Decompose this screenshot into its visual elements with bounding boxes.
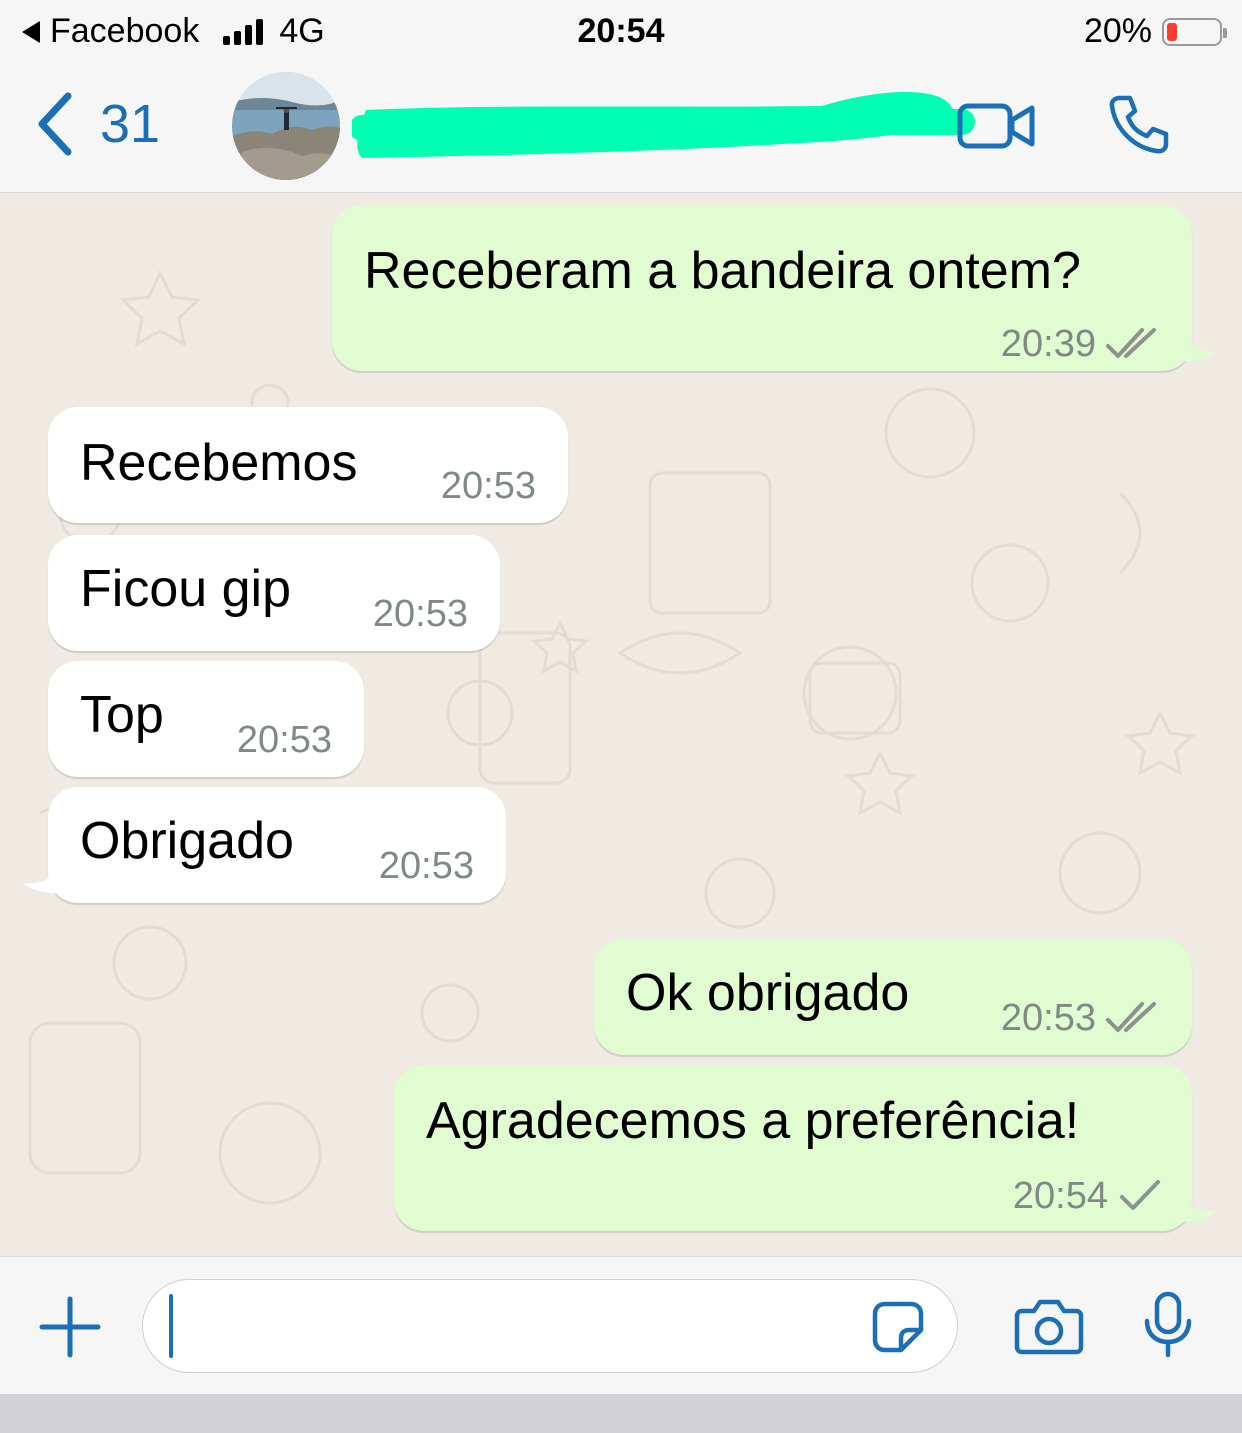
message-time: 20:54 bbox=[1012, 1175, 1108, 1217]
message-outgoing[interactable]: Receberam a bandeira ontem? 20:39 bbox=[332, 205, 1192, 371]
message-time: 20:53 bbox=[236, 719, 332, 761]
message-incoming[interactable]: Recebemos 20:53 bbox=[48, 407, 568, 523]
message-meta: 20:54 bbox=[1013, 1177, 1162, 1215]
attach-button[interactable] bbox=[38, 1295, 102, 1364]
home-indicator-area bbox=[0, 1394, 1242, 1433]
double-check-icon bbox=[1106, 1002, 1156, 1032]
back-button[interactable]: 31 bbox=[36, 92, 160, 156]
bubble-tail-out bbox=[1170, 323, 1218, 362]
message-incoming[interactable]: Ficou gip 20:53 bbox=[48, 535, 500, 651]
camera-button[interactable] bbox=[1014, 1297, 1084, 1360]
battery-icon bbox=[1162, 17, 1227, 46]
message-text: Ok obrigado bbox=[626, 964, 910, 1022]
voice-call-button[interactable] bbox=[1106, 92, 1170, 161]
camera-icon bbox=[1014, 1299, 1084, 1355]
chat-area[interactable]: Receberam a bandeira ontem? 20:39 Recebe… bbox=[0, 193, 1242, 1255]
message-incoming[interactable]: Obrigado 20:53 bbox=[48, 787, 506, 903]
video-camera-icon bbox=[957, 103, 1035, 149]
plus-icon bbox=[39, 1296, 101, 1358]
clock: 20:54 bbox=[577, 12, 665, 50]
message-text: Top bbox=[80, 686, 164, 744]
avatar[interactable] bbox=[232, 72, 340, 180]
message-text: Agradecemos a preferência! bbox=[426, 1092, 1080, 1150]
bubble-tail-out bbox=[1170, 1183, 1218, 1222]
text-caret bbox=[169, 1294, 173, 1358]
message-outgoing[interactable]: Ok obrigado 20:53 bbox=[594, 939, 1192, 1055]
message-input[interactable] bbox=[142, 1279, 958, 1373]
single-check-icon bbox=[1120, 1180, 1160, 1210]
message-meta: 20:39 bbox=[1001, 325, 1162, 363]
message-time: 20:53 bbox=[378, 845, 474, 887]
message-time: 20:53 bbox=[372, 593, 468, 635]
composer-bar bbox=[0, 1256, 1242, 1395]
contact-name-redacted[interactable] bbox=[349, 78, 982, 173]
message-text: Recebemos bbox=[80, 434, 358, 492]
message-text: Receberam a bandeira ontem? bbox=[364, 242, 1081, 300]
double-check-icon bbox=[1106, 328, 1156, 358]
message-time: 20:39 bbox=[1000, 323, 1096, 365]
bubble-tail-in bbox=[22, 855, 70, 894]
message-incoming[interactable]: Top 20:53 bbox=[48, 661, 364, 777]
status-bar: Facebook 4G 20:54 20% bbox=[0, 0, 1242, 64]
message-text: Ficou gip bbox=[80, 560, 291, 618]
chat-header: 31 bbox=[0, 64, 1242, 193]
microphone-icon bbox=[1144, 1291, 1192, 1358]
message-time: 20:53 bbox=[1000, 997, 1096, 1039]
chevron-left-icon bbox=[38, 92, 72, 156]
sticker-button[interactable] bbox=[871, 1300, 925, 1359]
message-text: Obrigado bbox=[80, 812, 294, 870]
voice-message-button[interactable] bbox=[1142, 1291, 1194, 1364]
message-meta: 20:53 bbox=[1001, 999, 1162, 1037]
battery-status: 20% bbox=[1083, 12, 1227, 51]
battery-percent: 20% bbox=[1083, 12, 1152, 50]
unread-count: 31 bbox=[100, 94, 161, 154]
message-outgoing[interactable]: Agradecemos a preferência! 20:54 bbox=[394, 1065, 1192, 1231]
video-call-button[interactable] bbox=[956, 100, 1038, 157]
phone-icon bbox=[1109, 95, 1169, 154]
sticker-icon bbox=[872, 1301, 924, 1353]
message-time: 20:53 bbox=[440, 465, 536, 507]
